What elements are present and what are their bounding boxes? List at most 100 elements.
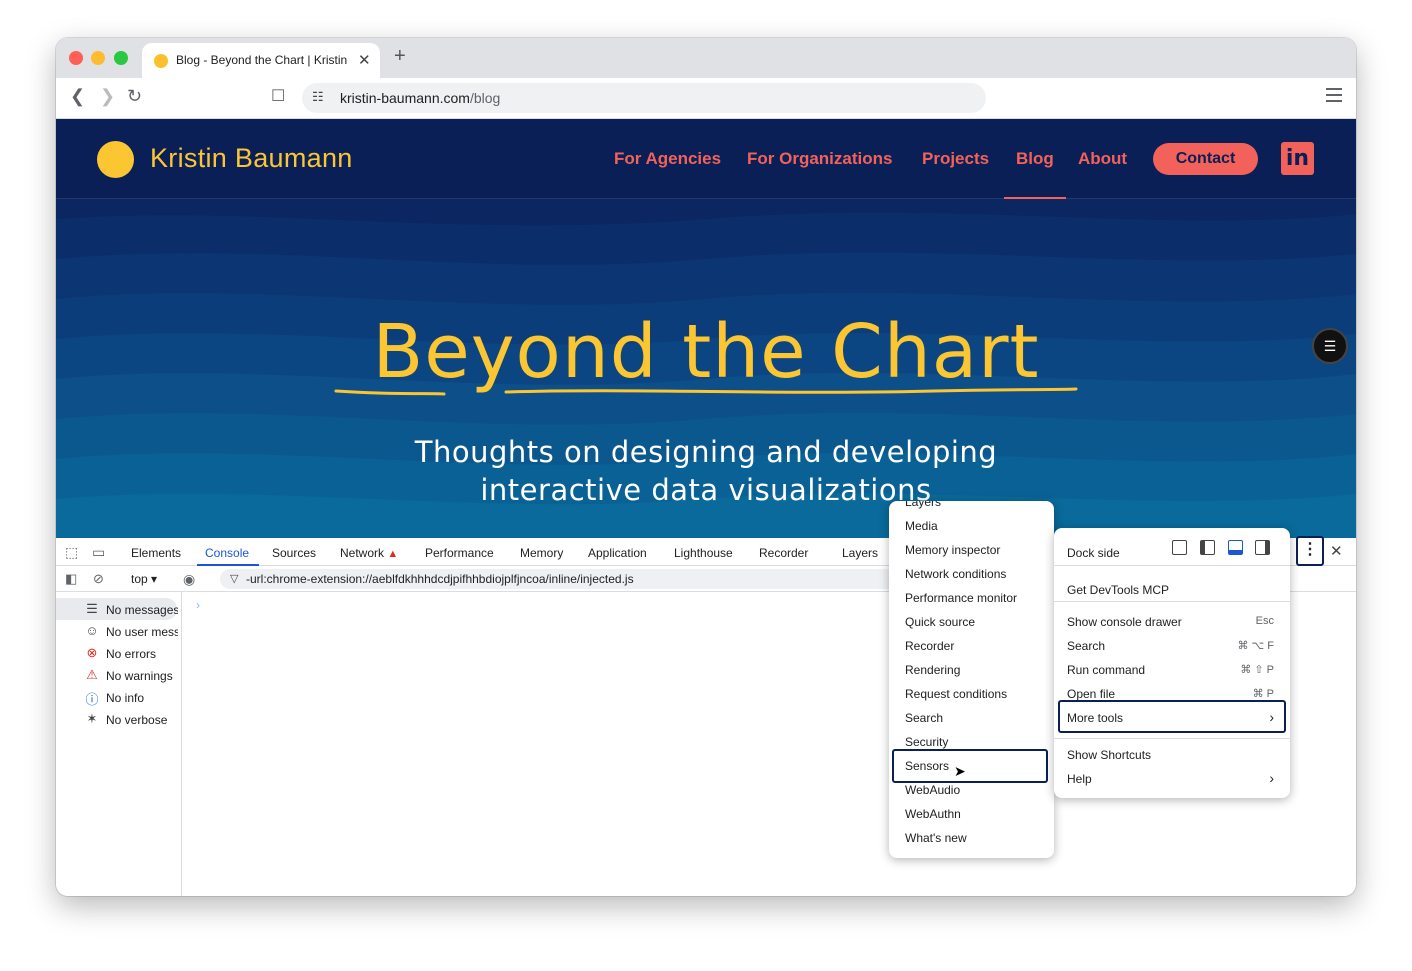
inspect-element-icon[interactable]: ⬚	[65, 544, 78, 561]
close-window-button[interactable]	[69, 51, 83, 65]
menu-item-run-command[interactable]: Run command	[1067, 663, 1145, 677]
menu-item-more-tools[interactable]: More tools	[1067, 711, 1123, 725]
bookmark-icon[interactable]: ☐	[271, 86, 285, 106]
floating-menu-icon[interactable]: ☰	[1312, 328, 1348, 364]
menu-item-get-devtools-mcp[interactable]: Get DevTools MCP	[1067, 583, 1169, 597]
menu-item-quick-source[interactable]: Quick source	[905, 615, 975, 629]
menu-item-search[interactable]: Search	[1067, 639, 1105, 653]
menu-item-help[interactable]: Help	[1067, 772, 1092, 786]
tab-console[interactable]: Console	[205, 546, 249, 560]
nav-blog[interactable]: Blog	[1016, 149, 1054, 169]
user-icon: ☺	[85, 623, 99, 638]
hero-subtitle-line-2: interactive data visualizations	[480, 473, 932, 507]
logo-icon[interactable]	[97, 141, 134, 178]
menu-item-show-console-drawer[interactable]: Show console drawer	[1067, 615, 1182, 629]
new-tab-button[interactable]: +	[394, 45, 406, 68]
sidebar-item-messages[interactable]: ☰ No messages	[56, 598, 178, 620]
console-prompt[interactable]: ›	[196, 598, 200, 612]
dock-side-label: Dock side	[1067, 546, 1120, 560]
address-bar[interactable]: ☷ kristin-baumann.com/blog	[302, 83, 986, 113]
close-devtools-icon[interactable]: ✕	[1330, 542, 1343, 560]
menu-item-open-file[interactable]: Open file	[1067, 687, 1115, 701]
device-toolbar-icon[interactable]: ▭	[92, 544, 105, 561]
sidebar-item-label: No verbose	[106, 713, 168, 727]
chevron-down-icon: ▾	[151, 572, 158, 586]
minimize-window-button[interactable]	[91, 51, 105, 65]
menu-item-webauthn[interactable]: WebAuthn	[905, 807, 961, 821]
shortcut-open-file: ⌘ P	[1252, 688, 1274, 700]
menu-item-request-conditions[interactable]: Request conditions	[905, 687, 1007, 701]
nav-about[interactable]: About	[1078, 149, 1127, 169]
browser-menu-icon[interactable]	[1326, 88, 1342, 102]
menu-item-rendering[interactable]: Rendering	[905, 663, 960, 677]
sidebar-item-user-messages[interactable]: ☺ No user messages	[56, 620, 181, 642]
dock-undock-icon[interactable]	[1172, 540, 1187, 555]
site-header: Kristin Baumann For Agencies For Organiz…	[56, 119, 1356, 199]
forward-icon[interactable]: ❯	[100, 86, 115, 107]
nav-active-indicator	[1004, 197, 1066, 199]
chevron-right-icon: ›	[1269, 770, 1274, 786]
mouse-cursor-icon: ➤	[954, 763, 966, 779]
menu-item-network-conditions[interactable]: Network conditions	[905, 567, 1006, 581]
dock-left-icon[interactable]	[1200, 540, 1215, 555]
clear-console-icon[interactable]: ⊘	[93, 571, 104, 587]
logo-text[interactable]: Kristin Baumann	[150, 143, 353, 174]
contact-button[interactable]: Contact	[1153, 143, 1258, 175]
dock-right-icon[interactable]	[1255, 540, 1270, 555]
menu-item-sensors[interactable]: Sensors	[905, 759, 949, 773]
tab-network[interactable]: Network ▲	[340, 546, 398, 560]
shortcut-run-command: ⌘ ⇧ P	[1240, 664, 1274, 676]
maximize-window-button[interactable]	[114, 51, 128, 65]
tab-application[interactable]: Application	[588, 546, 647, 560]
menu-item-whats-new[interactable]: What's new	[905, 831, 967, 845]
context-selector[interactable]: top ▾	[131, 572, 157, 586]
console-filter-input[interactable]: ▽ -url:chrome-extension://aeblfdkhhhdcdj…	[220, 569, 950, 589]
back-icon[interactable]: ❮	[70, 86, 85, 107]
linkedin-icon[interactable]: in	[1281, 142, 1314, 175]
menu-separator	[1054, 738, 1290, 739]
shortcut-search: ⌘ ⌥ F	[1237, 640, 1274, 652]
tab-layers[interactable]: Layers	[842, 546, 878, 560]
sidebar-item-label: No errors	[106, 647, 157, 661]
tab-recorder[interactable]: Recorder	[759, 546, 808, 560]
tab-close-icon[interactable]: ✕	[358, 51, 371, 69]
menu-item-show-shortcuts[interactable]: Show Shortcuts	[1067, 748, 1151, 762]
url-text: kristin-baumann.com/blog	[340, 90, 500, 106]
menu-item-performance-monitor[interactable]: Performance monitor	[905, 591, 1017, 605]
chevron-right-icon: ›	[1269, 709, 1274, 725]
tab-lighthouse[interactable]: Lighthouse	[674, 546, 733, 560]
menu-item-layers[interactable]: Layers	[905, 501, 941, 509]
url-host: kristin-baumann.com	[340, 90, 470, 106]
customize-devtools-kebab-icon[interactable]: ⋮	[1296, 536, 1324, 566]
nav-for-agencies[interactable]: For Agencies	[614, 149, 721, 169]
site-settings-icon[interactable]: ☷	[312, 89, 324, 105]
live-expression-eye-icon[interactable]: ◉	[183, 571, 195, 588]
menu-item-security[interactable]: Security	[905, 735, 948, 749]
sidebar-item-verbose[interactable]: ✶ No verbose	[56, 708, 181, 730]
menu-item-webaudio[interactable]: WebAudio	[905, 783, 960, 797]
url-path: /blog	[469, 90, 501, 106]
website-viewport: Kristin Baumann For Agencies For Organiz…	[56, 119, 1356, 538]
reload-icon[interactable]: ↻	[127, 86, 142, 107]
tab-strip: Blog - Beyond the Chart | Kristin Bauman…	[56, 38, 1356, 78]
tab-performance[interactable]: Performance	[425, 546, 494, 560]
tab-elements[interactable]: Elements	[131, 546, 181, 560]
tab-network-label: Network	[340, 546, 385, 560]
nav-projects[interactable]: Projects	[922, 149, 989, 169]
sidebar-item-warnings[interactable]: ⚠ No warnings	[56, 664, 181, 686]
toggle-sidebar-icon[interactable]: ◧	[65, 571, 77, 587]
menu-item-recorder[interactable]: Recorder	[905, 639, 954, 653]
tab-title: Blog - Beyond the Chart | Kristin Bauman…	[176, 53, 348, 67]
tab-sources[interactable]: Sources	[272, 546, 316, 560]
menu-item-memory-inspector[interactable]: Memory inspector	[905, 543, 1000, 557]
sidebar-item-errors[interactable]: ⊗ No errors	[56, 642, 181, 664]
menu-item-media[interactable]: Media	[905, 519, 938, 533]
tab-memory[interactable]: Memory	[520, 546, 563, 560]
browser-tab[interactable]: Blog - Beyond the Chart | Kristin Bauman…	[142, 43, 380, 78]
dock-bottom-icon[interactable]	[1228, 540, 1243, 555]
sidebar-item-label: No messages	[106, 603, 178, 617]
sidebar-item-info[interactable]: ⓘ No info	[56, 686, 181, 708]
menu-item-search[interactable]: Search	[905, 711, 943, 725]
favicon-icon	[154, 54, 168, 68]
nav-for-organizations[interactable]: For Organizations	[747, 149, 892, 169]
